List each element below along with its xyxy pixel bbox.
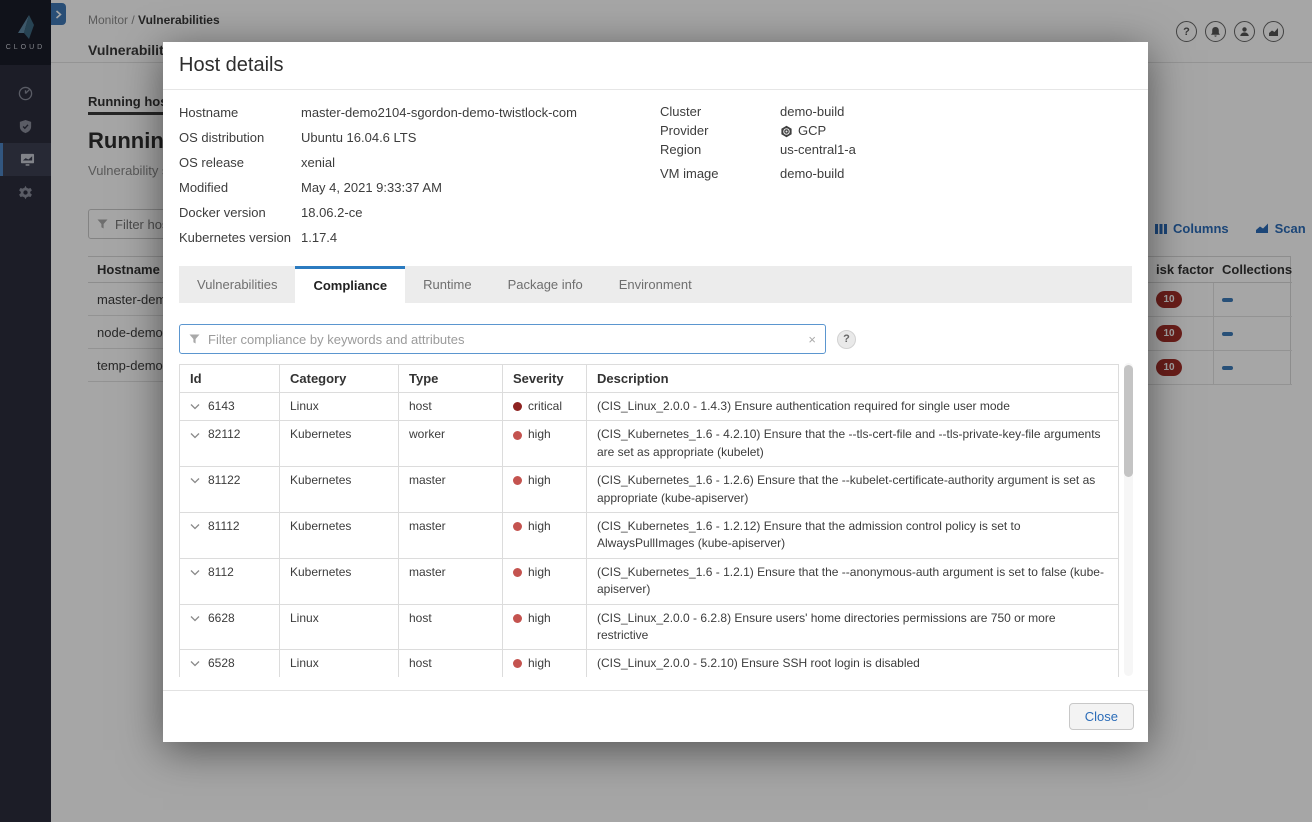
info-value: us-central1-a: [780, 142, 856, 157]
severity-dot-high: [513, 476, 522, 486]
host-info-left: Hostname master-demo2104-sgordon-demo-twi…: [179, 104, 660, 246]
info-value: demo-build: [780, 166, 845, 181]
info-label: Hostname: [179, 105, 239, 120]
info-label: Docker version: [179, 205, 266, 220]
tab-compliance[interactable]: Compliance: [295, 266, 406, 303]
chevron-down-icon[interactable]: [190, 432, 200, 439]
info-label: Region: [660, 142, 702, 157]
chevron-down-icon[interactable]: [190, 660, 200, 667]
severity-dot-high: [513, 613, 522, 623]
filter-help-icon[interactable]: ?: [837, 329, 856, 349]
info-label: Modified: [179, 180, 229, 195]
info-label: VM image: [660, 166, 719, 181]
chevron-down-icon[interactable]: [190, 569, 200, 576]
funnel-icon: [189, 334, 200, 344]
info-label: Kubernetes version: [179, 230, 292, 245]
table-row[interactable]: 6143 Linux host critical (CIS_Linux_2.0.…: [179, 391, 1119, 422]
modal-header: Host details: [163, 42, 1148, 90]
table-row[interactable]: 82112 Kubernetes worker high (CIS_Kubern…: [179, 420, 1119, 468]
severity-dot-high: [513, 659, 522, 669]
compliance-filter-input[interactable]: [208, 331, 801, 347]
host-info: Hostname master-demo2104-sgordon-demo-twi…: [179, 104, 1132, 246]
info-value: Ubuntu 16.04.6 LTS: [301, 130, 417, 145]
tab-environment[interactable]: Environment: [601, 266, 710, 303]
column-header-category[interactable]: Category: [279, 364, 399, 393]
info-value: May 4, 2021 9:33:37 AM: [301, 180, 442, 195]
info-label: OS distribution: [179, 130, 265, 145]
info-value: 1.17.4: [301, 230, 338, 245]
info-label: Provider: [660, 123, 709, 138]
severity-dot-critical: [513, 402, 522, 412]
close-button[interactable]: Close: [1068, 703, 1134, 730]
chevron-down-icon[interactable]: [190, 523, 200, 530]
table-row[interactable]: 6628 Linux host high (CIS_Linux_2.0.0 - …: [179, 603, 1119, 651]
column-header-id[interactable]: Id: [179, 364, 280, 393]
chevron-down-icon[interactable]: [190, 615, 200, 622]
compliance-table: Id Category Type Severity Description 61…: [179, 364, 1119, 677]
compliance-table-wrap: Id Category Type Severity Description 61…: [179, 364, 1119, 677]
info-value: 18.06.2-ce: [301, 205, 363, 220]
severity-dot-high: [513, 522, 522, 532]
table-row[interactable]: 8112 Kubernetes master high (CIS_Kuberne…: [179, 557, 1119, 605]
provider-value: GCP: [780, 123, 826, 139]
gcp-icon: [781, 125, 792, 137]
compliance-filter-wrap: ×: [179, 324, 826, 354]
tab-package-info[interactable]: Package info: [490, 266, 601, 303]
column-header-description[interactable]: Description: [586, 364, 1119, 393]
info-value: master-demo2104-sgordon-demo-twistlock-c…: [301, 105, 577, 120]
info-label: OS release: [179, 155, 245, 170]
table-row[interactable]: 81112 Kubernetes master high (CIS_Kubern…: [179, 511, 1119, 559]
host-details-modal: Host details Hostname master-demo2104-sgo…: [163, 42, 1148, 742]
scrollbar-thumb[interactable]: [1124, 365, 1133, 477]
table-scrollbar[interactable]: [1124, 363, 1133, 676]
info-value: xenial: [301, 155, 335, 170]
severity-dot-high: [513, 567, 522, 577]
compliance-filter-row: × ?: [179, 324, 1132, 354]
column-header-severity[interactable]: Severity: [502, 364, 587, 393]
clear-filter-icon[interactable]: ×: [808, 332, 816, 347]
host-info-right: Cluster demo-build Provider GCP Region us-…: [660, 104, 856, 246]
modal-tabs: Vulnerabilities Compliance Runtime Packa…: [179, 266, 1132, 303]
tab-vulnerabilities[interactable]: Vulnerabilities: [179, 266, 295, 303]
table-row[interactable]: 6528 Linux host high (CIS_Linux_2.0.0 - …: [179, 649, 1119, 677]
column-header-type[interactable]: Type: [398, 364, 503, 393]
info-value: demo-build: [780, 104, 845, 119]
info-label: Cluster: [660, 104, 702, 119]
table-header-row: Id Category Type Severity Description: [179, 364, 1119, 393]
modal-title: Host details: [179, 54, 284, 76]
chevron-down-icon[interactable]: [190, 403, 200, 410]
table-row[interactable]: 81122 Kubernetes master high (CIS_Kubern…: [179, 466, 1119, 513]
severity-dot-high: [513, 430, 522, 440]
modal-footer: Close: [163, 690, 1148, 742]
modal-body: Hostname master-demo2104-sgordon-demo-twi…: [163, 90, 1148, 690]
tab-runtime[interactable]: Runtime: [405, 266, 489, 303]
chevron-down-icon[interactable]: [190, 477, 200, 484]
